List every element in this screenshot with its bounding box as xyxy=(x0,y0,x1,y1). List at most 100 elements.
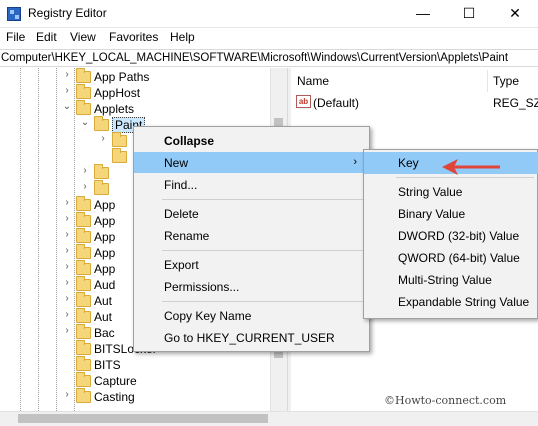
menu-view[interactable]: View xyxy=(70,30,96,44)
tree-item-label[interactable]: App xyxy=(94,230,115,244)
folder-icon xyxy=(76,276,91,291)
chevron-right-icon[interactable]: › xyxy=(62,277,72,288)
menu-item-label: Delete xyxy=(164,207,199,221)
menu-separator xyxy=(162,199,366,200)
folder-icon xyxy=(94,180,109,195)
folder-icon xyxy=(76,196,91,211)
tree-item-label[interactable]: App xyxy=(94,198,115,212)
new-submenu-item-string-value[interactable]: String Value xyxy=(364,181,538,203)
chevron-right-icon[interactable]: › xyxy=(80,181,90,192)
folder-icon xyxy=(112,132,127,147)
address-path[interactable]: Computer\HKEY_LOCAL_MACHINE\SOFTWARE\Mic… xyxy=(1,52,508,64)
chevron-down-icon[interactable]: ⌄ xyxy=(62,101,72,112)
tree-item-label[interactable]: Aut xyxy=(94,310,112,324)
chevron-right-icon[interactable]: › xyxy=(62,197,72,208)
chevron-right-icon[interactable]: › xyxy=(62,245,72,256)
context-menu-item-permissions[interactable]: Permissions... xyxy=(134,276,369,297)
new-submenu-item-multi-string-value[interactable]: Multi-String Value xyxy=(364,269,538,291)
tree-item-label[interactable]: Aut xyxy=(94,294,112,308)
tree-item-label[interactable]: App Paths xyxy=(94,70,149,84)
tree-item[interactable]: ⌄ Applets xyxy=(0,100,270,117)
tree-item-label[interactable]: AppHost xyxy=(94,86,140,100)
tree-item[interactable]: › Casting xyxy=(0,388,270,405)
context-menu-item-find[interactable]: Find... xyxy=(134,174,369,195)
submenu-item-label: Binary Value xyxy=(398,207,466,221)
tree-item[interactable]: › AppHost xyxy=(0,84,270,101)
column-divider[interactable] xyxy=(487,70,488,92)
folder-icon xyxy=(76,292,91,307)
horizontal-scrollbar-thumb[interactable] xyxy=(18,414,268,423)
folder-icon xyxy=(94,164,109,179)
chevron-right-icon[interactable]: › xyxy=(80,165,90,176)
submenu-arrow-icon: › xyxy=(353,156,357,168)
registry-editor-icon xyxy=(7,7,21,21)
maximize-button[interactable]: ☐ xyxy=(446,0,492,28)
context-menu-item-export[interactable]: Export xyxy=(134,254,369,275)
chevron-down-icon[interactable]: ⌄ xyxy=(80,117,90,128)
chevron-right-icon[interactable]: › xyxy=(62,213,72,224)
folder-icon xyxy=(76,372,91,387)
menu-item-label: Copy Key Name xyxy=(164,309,252,323)
folder-icon xyxy=(76,388,91,403)
tree-item-label[interactable]: BITS xyxy=(94,358,121,372)
string-value-icon: ab xyxy=(296,95,311,108)
tree-item-label[interactable]: Bac xyxy=(94,326,115,340)
chevron-right-icon[interactable]: › xyxy=(62,293,72,304)
title-bar: Registry Editor — ☐ ✕ xyxy=(0,0,538,28)
tree-item[interactable]: Capture xyxy=(0,372,270,389)
menu-item-label: Export xyxy=(164,258,199,272)
tree-item-label[interactable]: Aud xyxy=(94,278,115,292)
folder-icon xyxy=(76,228,91,243)
chevron-right-icon[interactable]: › xyxy=(62,229,72,240)
close-button[interactable]: ✕ xyxy=(492,0,538,28)
tree-item-label[interactable]: App xyxy=(94,246,115,260)
new-submenu-item-dword-32-bit-value[interactable]: DWORD (32-bit) Value xyxy=(364,225,538,247)
chevron-right-icon[interactable]: › xyxy=(62,261,72,272)
context-menu-item-go-to-hkey-current-user[interactable]: Go to HKEY_CURRENT_USER xyxy=(134,327,369,348)
chevron-right-icon[interactable]: › xyxy=(62,69,72,80)
column-header-name[interactable]: Name xyxy=(297,74,329,88)
menu-separator xyxy=(162,301,366,302)
tree-item-label[interactable]: App xyxy=(94,214,115,228)
tree-item[interactable]: › App Paths xyxy=(0,68,270,85)
folder-icon xyxy=(112,148,127,163)
tree-item-label[interactable]: App xyxy=(94,262,115,276)
chevron-right-icon[interactable]: › xyxy=(62,85,72,96)
folder-icon xyxy=(76,356,91,371)
context-menu-item-rename[interactable]: Rename xyxy=(134,225,369,246)
column-header-type[interactable]: Type xyxy=(493,74,519,88)
new-submenu-item-binary-value[interactable]: Binary Value xyxy=(364,203,538,225)
menu-help[interactable]: Help xyxy=(170,30,195,44)
context-menu-item-copy-key-name[interactable]: Copy Key Name xyxy=(134,305,369,326)
chevron-right-icon[interactable]: › xyxy=(62,325,72,336)
window-title: Registry Editor xyxy=(28,6,107,20)
new-submenu-item-qword-64-bit-value[interactable]: QWORD (64-bit) Value xyxy=(364,247,538,269)
menu-edit[interactable]: Edit xyxy=(36,30,57,44)
menu-favorites[interactable]: Favorites xyxy=(109,30,158,44)
context-menu-item-new[interactable]: New › xyxy=(134,152,369,173)
tree-item[interactable]: BITS xyxy=(0,356,270,373)
tree-item-label[interactable]: Applets xyxy=(94,102,134,116)
chevron-right-icon[interactable]: › xyxy=(62,389,72,400)
submenu-item-label: QWORD (64-bit) Value xyxy=(398,251,520,265)
menu-item-label: Rename xyxy=(164,229,210,243)
chevron-right-icon[interactable]: › xyxy=(98,133,108,144)
address-bar[interactable]: Computer\HKEY_LOCAL_MACHINE\SOFTWARE\Mic… xyxy=(0,49,538,67)
context-menu-item-delete[interactable]: Delete xyxy=(134,203,369,224)
value-name[interactable]: (Default) xyxy=(313,96,359,110)
new-submenu-item-expandable-string-value[interactable]: Expandable String Value xyxy=(364,291,538,313)
folder-icon xyxy=(76,260,91,275)
submenu-item-label: String Value xyxy=(398,185,463,199)
menu-separator xyxy=(162,250,366,251)
folder-icon xyxy=(76,340,91,355)
tree-item-label[interactable]: Casting xyxy=(94,390,135,404)
minimize-button[interactable]: — xyxy=(400,0,446,28)
menu-item-label: Permissions... xyxy=(164,280,240,294)
menu-item-label: Find... xyxy=(164,178,198,192)
menu-file[interactable]: File xyxy=(6,30,25,44)
chevron-right-icon[interactable]: › xyxy=(62,309,72,320)
context-menu-item-collapse[interactable]: Collapse xyxy=(134,130,369,151)
context-menu: Collapse New › Find... Delete Rename Export Per… xyxy=(133,126,370,352)
tree-item-label[interactable]: Capture xyxy=(94,374,137,388)
folder-icon xyxy=(76,308,91,323)
